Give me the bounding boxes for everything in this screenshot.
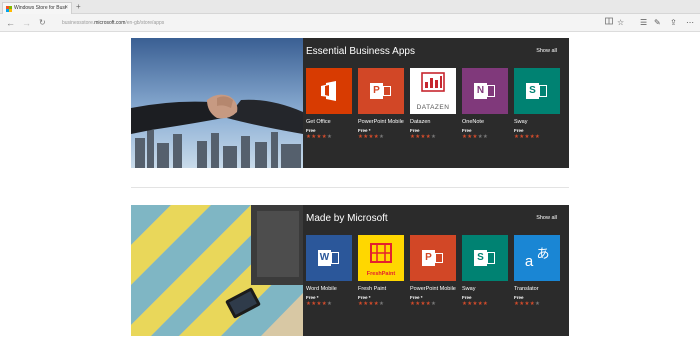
made-by-microsoft-section: Made by Microsoft Show all W Word Mobile…: [131, 205, 569, 336]
app-name: Word Mobile: [306, 286, 337, 292]
translator-icon: a あ: [524, 247, 550, 270]
app-card-powerpoint-mobile[interactable]: P PowerPoint Mobile Free * ★★★★★: [410, 235, 456, 307]
app-name: Sway: [462, 286, 476, 292]
app-price: Free *: [410, 294, 423, 300]
office-tile[interactable]: [306, 68, 352, 114]
more-icon[interactable]: ⋯: [686, 16, 694, 30]
rating-stars: ★★★★★: [514, 300, 541, 307]
app-price: Free *: [306, 294, 319, 300]
app-price: Free *: [358, 127, 371, 133]
office-icon: [321, 81, 336, 101]
handshake-hero-image: [131, 38, 303, 168]
nav-bar: ← → ↻ businessstore.microsoft.com/en-gb/…: [0, 14, 700, 32]
app-price: Free: [514, 127, 524, 133]
refresh-icon[interactable]: ↻: [39, 17, 46, 29]
browser-tab[interactable]: Windows Store for Busi ×: [2, 2, 72, 14]
new-tab-button[interactable]: +: [76, 1, 81, 13]
app-price: Free: [514, 294, 524, 300]
app-name: Translator: [514, 286, 539, 292]
powerpoint-icon: P: [370, 81, 392, 101]
app-card-translator[interactable]: a あ Translator Free ★★★★★: [514, 235, 560, 307]
url-prefix: businessstore.: [62, 20, 95, 26]
hub-icon[interactable]: ☰: [640, 16, 647, 30]
datazen-icon: [421, 72, 445, 93]
windows-logo-icon: [6, 6, 12, 12]
app-card-datazen[interactable]: DATAZEN Datazen Free ★★★★★: [410, 68, 456, 140]
essential-business-apps-section: Essential Business Apps Show all Get Off…: [131, 38, 569, 168]
translator-tile[interactable]: a あ: [514, 235, 560, 281]
app-name: OneNote: [462, 119, 485, 125]
rating-stars: ★★★★★: [462, 133, 489, 140]
app-card-powerpoint-mobile[interactable]: P PowerPoint Mobile Free * ★★★★★: [358, 68, 404, 140]
app-name: Sway: [514, 119, 528, 125]
word-icon: W: [318, 248, 340, 268]
app-card-fresh-paint[interactable]: FreshPaint Fresh Paint Free * ★★★★★: [358, 235, 404, 307]
rating-stars: ★★★★★: [514, 133, 541, 140]
powerpoint-tile[interactable]: P: [358, 68, 404, 114]
url-path: /en-gb/store/apps: [125, 20, 165, 26]
powerpoint-tile[interactable]: P: [410, 235, 456, 281]
show-all-link[interactable]: Show all: [536, 215, 557, 221]
section-title: Essential Business Apps: [306, 46, 415, 57]
rating-stars: ★★★★★: [462, 300, 489, 307]
rating-stars: ★★★★★: [306, 300, 333, 307]
app-price: Free *: [358, 294, 371, 300]
datazen-wordmark: DATAZEN: [416, 104, 450, 111]
address-bar[interactable]: businessstore.microsoft.com/en-gb/store/…: [62, 17, 362, 29]
section-divider: [131, 187, 569, 188]
reading-view-icon[interactable]: [605, 16, 613, 30]
rating-stars: ★★★★★: [358, 133, 385, 140]
close-tab-icon[interactable]: ×: [64, 3, 68, 14]
share-icon[interactable]: ⇪: [670, 16, 677, 30]
app-card-get-office[interactable]: Get Office Free ★★★★★: [306, 68, 352, 140]
sway-icon: S: [474, 248, 496, 268]
onenote-icon: N: [474, 81, 496, 101]
app-price: Free: [306, 127, 316, 133]
app-price: Free: [462, 127, 472, 133]
desk-hero-image: [131, 205, 303, 336]
app-card-onenote[interactable]: N OneNote Free ★★★★★: [462, 68, 508, 140]
app-card-sway[interactable]: S Sway Free ★★★★★: [462, 235, 508, 307]
powerpoint-icon: P: [422, 248, 444, 268]
favorite-star-icon[interactable]: ☆: [617, 16, 624, 30]
section-title: Made by Microsoft: [306, 213, 388, 224]
app-card-word-mobile[interactable]: W Word Mobile Free * ★★★★★: [306, 235, 352, 307]
datazen-tile[interactable]: DATAZEN: [410, 68, 456, 114]
rating-stars: ★★★★★: [358, 300, 385, 307]
app-name: PowerPoint Mobile: [358, 119, 404, 125]
app-name: Fresh Paint: [358, 286, 387, 292]
word-tile[interactable]: W: [306, 235, 352, 281]
sway-tile[interactable]: S: [514, 68, 560, 114]
app-price: Free: [410, 127, 420, 133]
fresh-paint-tile[interactable]: FreshPaint: [358, 235, 404, 281]
url-domain: microsoft.com: [94, 20, 126, 26]
tab-title: Windows Store for Busi: [14, 5, 66, 11]
rating-stars: ★★★★★: [306, 133, 333, 140]
back-arrow-icon[interactable]: ←: [6, 17, 15, 29]
rating-stars: ★★★★★: [410, 133, 437, 140]
tab-bar: Windows Store for Busi × +: [0, 0, 700, 14]
web-note-icon[interactable]: ✎: [654, 16, 661, 30]
sway-icon: S: [526, 81, 548, 101]
fresh-paint-wordmark: FreshPaint: [366, 271, 396, 277]
paint-frame-icon: [370, 243, 392, 264]
app-name: Datazen: [410, 119, 431, 125]
onenote-tile[interactable]: N: [462, 68, 508, 114]
app-name: PowerPoint Mobile: [410, 286, 456, 292]
sway-tile[interactable]: S: [462, 235, 508, 281]
app-price: Free: [462, 294, 472, 300]
app-card-sway[interactable]: S Sway Free ★★★★★: [514, 68, 560, 140]
forward-arrow-icon[interactable]: →: [22, 17, 31, 29]
rating-stars: ★★★★★: [410, 300, 437, 307]
app-name: Get Office: [306, 119, 331, 125]
show-all-link[interactable]: Show all: [536, 48, 557, 54]
